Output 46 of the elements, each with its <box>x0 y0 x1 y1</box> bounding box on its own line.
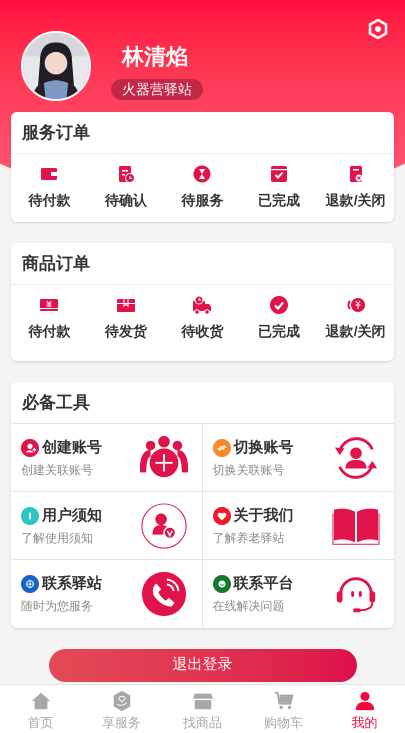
check-circle-icon <box>269 295 290 315</box>
order-status-button[interactable]: 待服务 <box>164 164 241 211</box>
station-tag: 火器营驿站 <box>111 79 203 100</box>
order-status-button[interactable]: 退款/关闭 <box>317 295 394 342</box>
order-status-button[interactable]: 待发货 <box>88 295 164 342</box>
phone-icon <box>140 570 188 618</box>
section-title: 必备工具 <box>11 382 394 424</box>
tool-title: 联系驿站 <box>42 574 102 594</box>
order-status-button[interactable]: 待付款 <box>11 295 88 342</box>
tool-title: 创建账号 <box>42 438 102 458</box>
order-status-button[interactable]: 退款/关闭 <box>317 164 394 211</box>
tool-tile[interactable]: 创建账号 创建关联账号 <box>11 424 202 492</box>
person-icon <box>354 690 376 712</box>
tool-title: 联系平台 <box>234 574 294 594</box>
settings-icon[interactable] <box>368 19 388 39</box>
tool-title: 关于我们 <box>234 506 294 526</box>
tool-subtitle: 了解养老驿站 <box>212 530 286 546</box>
order-status-button[interactable]: 待确认 <box>88 164 164 211</box>
tool-tile[interactable]: 用户须知 了解使用须知 <box>11 492 202 560</box>
coin-refund-icon <box>346 295 366 315</box>
tool-tile[interactable]: 联系平台 在线解决问题 <box>202 560 394 628</box>
tool-subtitle: 随时为您服务 <box>21 598 94 614</box>
tool-subtitle: 在线解决问题 <box>212 598 286 614</box>
tab-item[interactable]: 我的 <box>324 685 405 733</box>
checkbox-icon <box>269 164 290 184</box>
order-status-button[interactable]: 待收货 <box>164 295 241 342</box>
order-status-button[interactable]: 已完成 <box>240 164 318 211</box>
section-title: 服务订单 <box>11 112 394 154</box>
tool-subtitle: 了解使用须知 <box>21 530 94 546</box>
tool-tile[interactable]: 切换账号 切换关联账号 <box>202 424 394 492</box>
order-status-button[interactable]: 待付款 <box>11 164 88 211</box>
cart-icon <box>272 690 294 712</box>
logout-button[interactable]: 退出登录 <box>48 649 356 682</box>
section-title: 商品订单 <box>11 243 394 285</box>
tool-tile[interactable]: 联系驿站 随时为您服务 <box>11 560 202 628</box>
tool-subtitle: 创建关联账号 <box>21 462 94 478</box>
home-icon <box>30 690 52 712</box>
truck-icon <box>192 295 212 315</box>
order-status-button[interactable]: 已完成 <box>240 295 318 342</box>
tool-tile[interactable]: 关于我们 了解养老驿站 <box>202 492 394 560</box>
user-badge-icon <box>140 502 188 550</box>
hourglass-icon <box>192 164 212 184</box>
tool-title: 切换账号 <box>234 438 294 458</box>
tool-title: 用户须知 <box>42 506 102 526</box>
user-name: 林清焰 <box>122 43 188 71</box>
tool-subtitle: 切换关联账号 <box>212 462 286 478</box>
